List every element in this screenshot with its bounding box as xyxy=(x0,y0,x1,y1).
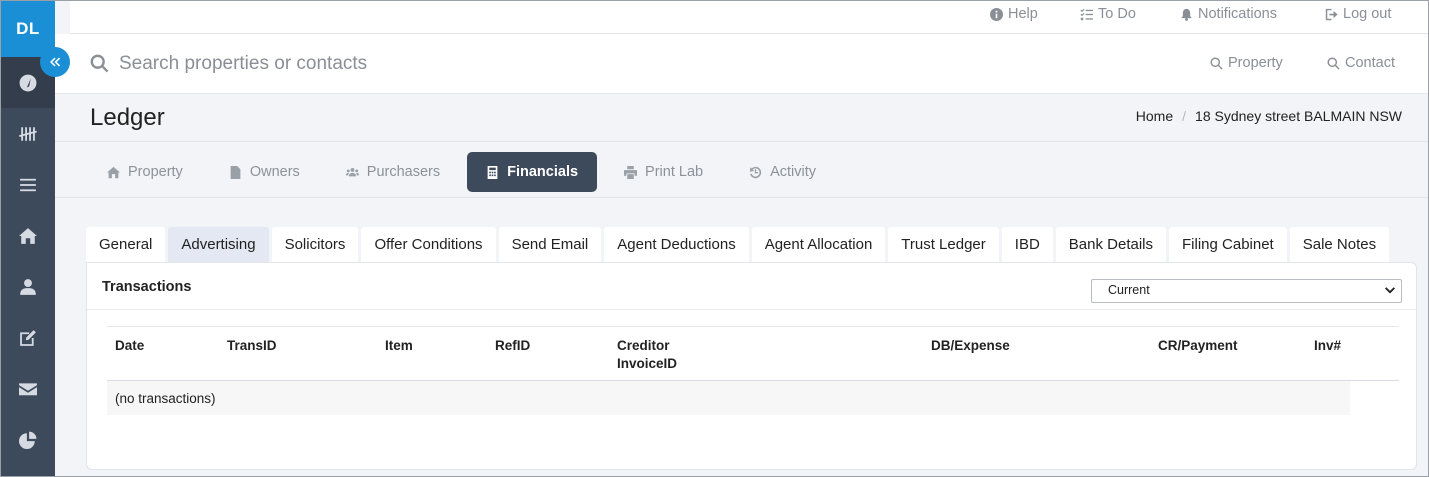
subtab-general[interactable]: General xyxy=(86,227,166,262)
search-icon xyxy=(90,54,109,78)
subtab-send-email[interactable]: Send Email xyxy=(498,227,602,262)
tab-owners[interactable]: Owners xyxy=(210,152,319,192)
empty-table-message: (no transactions) xyxy=(107,381,1350,415)
help-label: Help xyxy=(1008,6,1038,22)
todo-label: To Do xyxy=(1098,6,1136,22)
file-icon xyxy=(230,165,241,179)
tab-property[interactable]: Property xyxy=(88,152,202,192)
help-link[interactable]: Help xyxy=(990,6,1038,22)
search-property-label: Property xyxy=(1228,55,1283,71)
tab-financials[interactable]: Financials xyxy=(467,152,598,192)
subtab-sale-notes[interactable]: Sale Notes xyxy=(1289,227,1390,262)
transactions-table: Date TransID Item RefID Creditor Invoice… xyxy=(107,326,1399,415)
page-title: Ledger xyxy=(90,104,165,131)
search-property-link[interactable]: Property xyxy=(1210,55,1283,71)
checklist-icon xyxy=(1080,8,1093,20)
home-icon xyxy=(19,227,37,244)
subtab-ibd[interactable]: IBD xyxy=(1001,227,1053,262)
todo-link[interactable]: To Do xyxy=(1080,6,1136,22)
tabs-divider xyxy=(55,197,1428,198)
tab-label: Property xyxy=(128,164,183,180)
panel-title: Transactions xyxy=(102,279,192,295)
breadcrumb-home[interactable]: Home xyxy=(1136,108,1173,124)
transactions-panel: Transactions Current Date TransID Item R… xyxy=(86,262,1417,470)
tab-print-lab[interactable]: Print Lab xyxy=(605,152,722,192)
list-icon xyxy=(20,178,36,191)
search-icon xyxy=(1327,56,1340,70)
subtab-offer-conditions[interactable]: Offer Conditions xyxy=(361,227,496,262)
user-icon xyxy=(20,278,36,295)
breadcrumb-current: 18 Sydney street BALMAIN NSW xyxy=(1195,108,1402,124)
table-header: Date TransID Item RefID Creditor Invoice… xyxy=(107,326,1399,381)
top-bar: Help To Do Notifications Log out xyxy=(70,1,1428,34)
printer-icon xyxy=(624,165,638,179)
tab-activity[interactable]: Activity xyxy=(730,152,835,192)
pie-chart-icon xyxy=(19,431,37,449)
search-bar: Property Contact xyxy=(55,34,1428,94)
subtab-advertising[interactable]: Advertising xyxy=(168,227,269,262)
notifications-label: Notifications xyxy=(1198,6,1277,22)
tab-purchasers[interactable]: Purchasers xyxy=(327,152,459,192)
column-header-creditor-invoiceid: Creditor InvoiceID xyxy=(617,338,678,371)
subtab-trust-ledger[interactable]: Trust Ledger xyxy=(888,227,999,262)
sidebar-item-contacts[interactable] xyxy=(1,261,55,312)
chevron-down-icon xyxy=(1384,285,1396,297)
bell-icon xyxy=(1181,8,1192,21)
column-header-transid: TransID xyxy=(227,338,277,353)
search-contact-link[interactable]: Contact xyxy=(1327,55,1395,71)
mail-icon xyxy=(19,382,37,395)
logout-icon xyxy=(1325,8,1338,20)
tab-label: Print Lab xyxy=(645,164,704,180)
column-header-cr-payment: CR/Payment xyxy=(1158,338,1238,353)
logout-link[interactable]: Log out xyxy=(1325,6,1391,22)
sidebar-item-reports[interactable] xyxy=(1,414,55,465)
main-tabs: Property Owners Purchasers Financials Pr… xyxy=(88,152,843,192)
logout-label: Log out xyxy=(1343,6,1392,22)
edit-icon xyxy=(20,329,36,346)
column-header-db-expense: DB/Expense xyxy=(931,338,1010,353)
search-contact-label: Contact xyxy=(1345,55,1395,71)
tab-label: Owners xyxy=(249,164,300,180)
header-divider xyxy=(55,141,1428,142)
breadcrumb: Home / 18 Sydney street BALMAIN NSW xyxy=(1136,108,1402,124)
sidebar-item-home[interactable] xyxy=(1,210,55,261)
search-input[interactable] xyxy=(119,50,619,78)
subtab-filing-cabinet[interactable]: Filing Cabinet xyxy=(1169,227,1287,262)
sidebar-collapse-button[interactable] xyxy=(40,47,70,77)
column-header-item: Item xyxy=(385,338,413,353)
tab-label: Purchasers xyxy=(366,164,441,180)
breadcrumb-separator: / xyxy=(1182,108,1187,124)
sidebar-item-tally[interactable] xyxy=(1,108,55,159)
double-chevron-left-icon xyxy=(50,57,61,67)
tab-label: Financials xyxy=(507,164,579,180)
search-icon xyxy=(1210,56,1223,70)
home-icon xyxy=(107,166,120,178)
info-icon xyxy=(990,7,1003,21)
subtab-agent-allocation[interactable]: Agent Allocation xyxy=(751,227,886,262)
column-header-date: Date xyxy=(115,338,145,353)
notifications-link[interactable]: Notifications xyxy=(1180,6,1277,22)
period-select[interactable]: Current xyxy=(1091,279,1402,303)
history-icon xyxy=(749,166,762,178)
subtab-agent-deductions[interactable]: Agent Deductions xyxy=(604,227,749,262)
tally-icon xyxy=(19,126,37,141)
subtab-solicitors[interactable]: Solicitors xyxy=(271,227,359,262)
panel-header: Transactions Current xyxy=(87,263,1416,310)
sidebar-item-mail[interactable] xyxy=(1,363,55,414)
column-header-inv: Inv# xyxy=(1314,338,1342,353)
period-select-value: Current xyxy=(1108,283,1150,297)
tab-label: Activity xyxy=(770,164,817,180)
sub-tabs: General Advertising Solicitors Offer Con… xyxy=(86,227,1392,262)
column-header-refid: RefID xyxy=(495,338,531,353)
subtab-bank-details[interactable]: Bank Details xyxy=(1055,227,1167,262)
calculator-icon xyxy=(487,165,498,179)
users-icon xyxy=(345,167,359,176)
sidebar-item-edit[interactable] xyxy=(1,312,55,363)
dashboard-icon xyxy=(19,74,37,91)
sidebar-item-list[interactable] xyxy=(1,159,55,210)
